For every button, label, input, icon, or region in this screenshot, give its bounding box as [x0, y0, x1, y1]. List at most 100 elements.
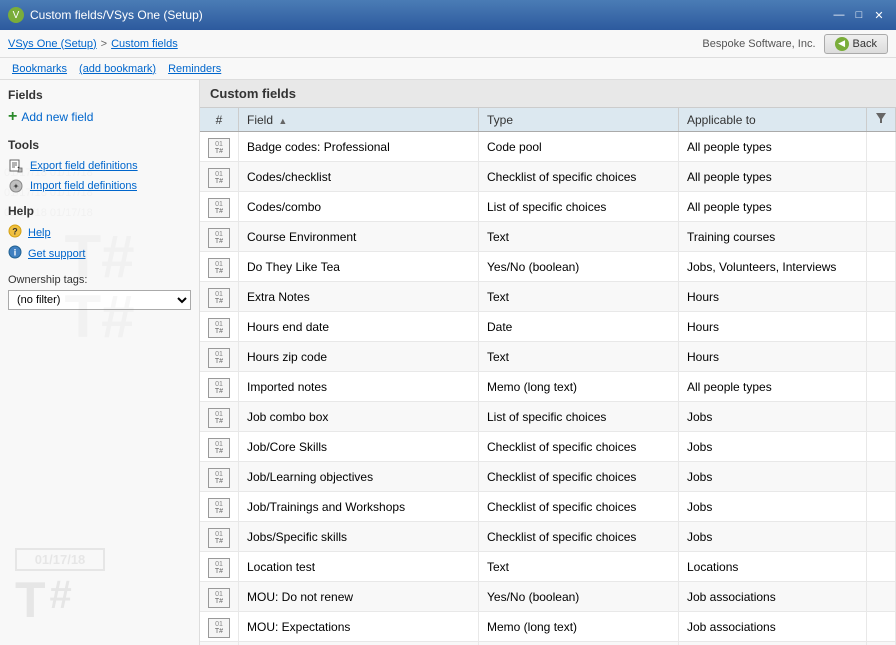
row-action-cell [867, 162, 896, 192]
col-applicable-header[interactable]: Applicable to [679, 108, 867, 132]
field-type-icon: 01 T# [208, 258, 230, 278]
row-icon-cell: 01 T# [200, 402, 239, 432]
table-row[interactable]: 01 T# MOU: ExpectationsMemo (long text)J… [200, 612, 896, 642]
table-row[interactable]: 01 T# Course EnvironmentTextTraining cou… [200, 222, 896, 252]
table-row[interactable]: 01 T# MOU: Do not renewYes/No (boolean)J… [200, 582, 896, 612]
svg-text:i: i [14, 248, 17, 258]
table-row[interactable]: 01 T# Job combo boxList of specific choi… [200, 402, 896, 432]
row-icon-cell: 01 T# [200, 522, 239, 552]
table-row[interactable]: 01 T# Job/Trainings and WorkshopsCheckli… [200, 492, 896, 522]
table-row[interactable]: 01 T# Codes/comboList of specific choice… [200, 192, 896, 222]
row-action-cell [867, 282, 896, 312]
applicable-to-cell: All people types [679, 192, 867, 222]
field-type-cell: Checklist of specific choices [479, 522, 679, 552]
get-support-button[interactable]: i Get support [8, 245, 191, 262]
applicable-to-cell: Job associations [679, 642, 867, 645]
breadcrumb-custom-fields[interactable]: Custom fields [111, 38, 178, 50]
row-icon-cell: 01 T# [200, 312, 239, 342]
table-row[interactable]: 01 T# Badge codes: ProfessionalCode pool… [200, 132, 896, 162]
back-icon: ◀ [835, 37, 849, 51]
field-type-icon: 01 T# [208, 618, 230, 638]
filter-icon-header[interactable] [867, 108, 896, 132]
help-icon: ? [8, 224, 22, 241]
applicable-to-cell: Jobs [679, 432, 867, 462]
field-type-cell: Text [479, 222, 679, 252]
table-row[interactable]: 01 T# Imported notesMemo (long text)All … [200, 372, 896, 402]
field-type-cell: Checklist of specific choices [479, 462, 679, 492]
field-name-cell: Codes/checklist [239, 162, 479, 192]
ownership-select[interactable]: (no filter) [8, 290, 191, 310]
table-row[interactable]: 01 T# Location testTextLocations [200, 552, 896, 582]
back-button[interactable]: ◀ Back [824, 34, 888, 54]
table-row[interactable]: 01 T# Extra NotesTextHours [200, 282, 896, 312]
field-type-cell: List of specific choices [479, 192, 679, 222]
help-label: Help [28, 227, 51, 239]
field-name-cell: Badge codes: Professional [239, 132, 479, 162]
import-icon: ✦ [8, 178, 24, 194]
table-row[interactable]: 01 T# Hours zip codeTextHours [200, 342, 896, 372]
support-icon: i [8, 245, 22, 262]
applicable-to-cell: Jobs [679, 462, 867, 492]
add-bookmark-link[interactable]: (add bookmark) [75, 61, 160, 77]
table-row[interactable]: 01 T# Hours end dateDateHours [200, 312, 896, 342]
export-field-definitions-button[interactable]: Export field definitions [8, 158, 191, 174]
col-field-header[interactable]: Field ▲ [239, 108, 479, 132]
applicable-to-cell: Jobs, Volunteers, Interviews [679, 252, 867, 282]
col-type-header[interactable]: Type [479, 108, 679, 132]
applicable-to-cell: Hours [679, 312, 867, 342]
field-type-cell: Code pool [479, 132, 679, 162]
add-new-field-label: Add new field [21, 110, 93, 124]
row-action-cell [867, 432, 896, 462]
breadcrumb-vsys[interactable]: VSys One (Setup) [8, 38, 97, 50]
row-action-cell [867, 462, 896, 492]
field-name-cell: MOU: Do not renew [239, 582, 479, 612]
maximize-button[interactable]: □ [850, 6, 868, 24]
table-row[interactable]: 01 T# Job/Core SkillsChecklist of specif… [200, 432, 896, 462]
title-bar: V Custom fields/VSys One (Setup) — □ ✕ [0, 0, 896, 30]
row-icon-cell: 01 T# [200, 612, 239, 642]
field-type-cell: Text [479, 552, 679, 582]
fields-section-title: Fields [8, 88, 191, 102]
applicable-to-cell: Locations [679, 552, 867, 582]
row-action-cell [867, 582, 896, 612]
table-row[interactable]: 01 T# Job/Learning objectivesChecklist o… [200, 462, 896, 492]
field-type-cell: List of specific choices [479, 402, 679, 432]
table-row[interactable]: 01 T# MOU: Supervisor commentsMemo (long… [200, 642, 896, 645]
import-field-definitions-button[interactable]: ✦ Import field definitions [8, 178, 191, 194]
panel-title: Custom fields [200, 80, 896, 108]
row-action-cell [867, 402, 896, 432]
field-name-cell: Jobs/Specific skills [239, 522, 479, 552]
reminders-link[interactable]: Reminders [164, 61, 225, 77]
field-type-icon: 01 T# [208, 318, 230, 338]
col-icon: # [200, 108, 239, 132]
company-name: Bespoke Software, Inc. [702, 38, 815, 50]
help-button[interactable]: ? Help [8, 224, 191, 241]
applicable-to-cell: Training courses [679, 222, 867, 252]
field-type-cell: Checklist of specific choices [479, 432, 679, 462]
row-action-cell [867, 342, 896, 372]
table-row[interactable]: 01 T# Jobs/Specific skillsChecklist of s… [200, 522, 896, 552]
field-name-cell: Hours end date [239, 312, 479, 342]
applicable-to-cell: Jobs [679, 522, 867, 552]
table-row[interactable]: 01 T# Do They Like TeaYes/No (boolean)Jo… [200, 252, 896, 282]
field-name-cell: Course Environment [239, 222, 479, 252]
field-type-icon: 01 T# [208, 198, 230, 218]
app-icon: V [8, 7, 24, 23]
close-button[interactable]: ✕ [870, 6, 888, 24]
field-name-cell: Job/Learning objectives [239, 462, 479, 492]
minimize-button[interactable]: — [830, 6, 848, 24]
field-type-icon: 01 T# [208, 288, 230, 308]
field-name-cell: Extra Notes [239, 282, 479, 312]
bookmarks-link[interactable]: Bookmarks [8, 61, 71, 77]
field-name-cell: Job/Core Skills [239, 432, 479, 462]
top-bar: VSys One (Setup) > Custom fields Bespoke… [0, 30, 896, 58]
applicable-to-cell: All people types [679, 162, 867, 192]
applicable-to-cell: Jobs [679, 402, 867, 432]
row-action-cell [867, 642, 896, 645]
table-row[interactable]: 01 T# Codes/checklistChecklist of specif… [200, 162, 896, 192]
nav-bar: Bookmarks (add bookmark) Reminders [0, 58, 896, 80]
field-name-cell: Job/Trainings and Workshops [239, 492, 479, 522]
row-icon-cell: 01 T# [200, 282, 239, 312]
add-new-field-button[interactable]: + Add new field [8, 108, 191, 126]
window-title: Custom fields/VSys One (Setup) [30, 8, 203, 22]
